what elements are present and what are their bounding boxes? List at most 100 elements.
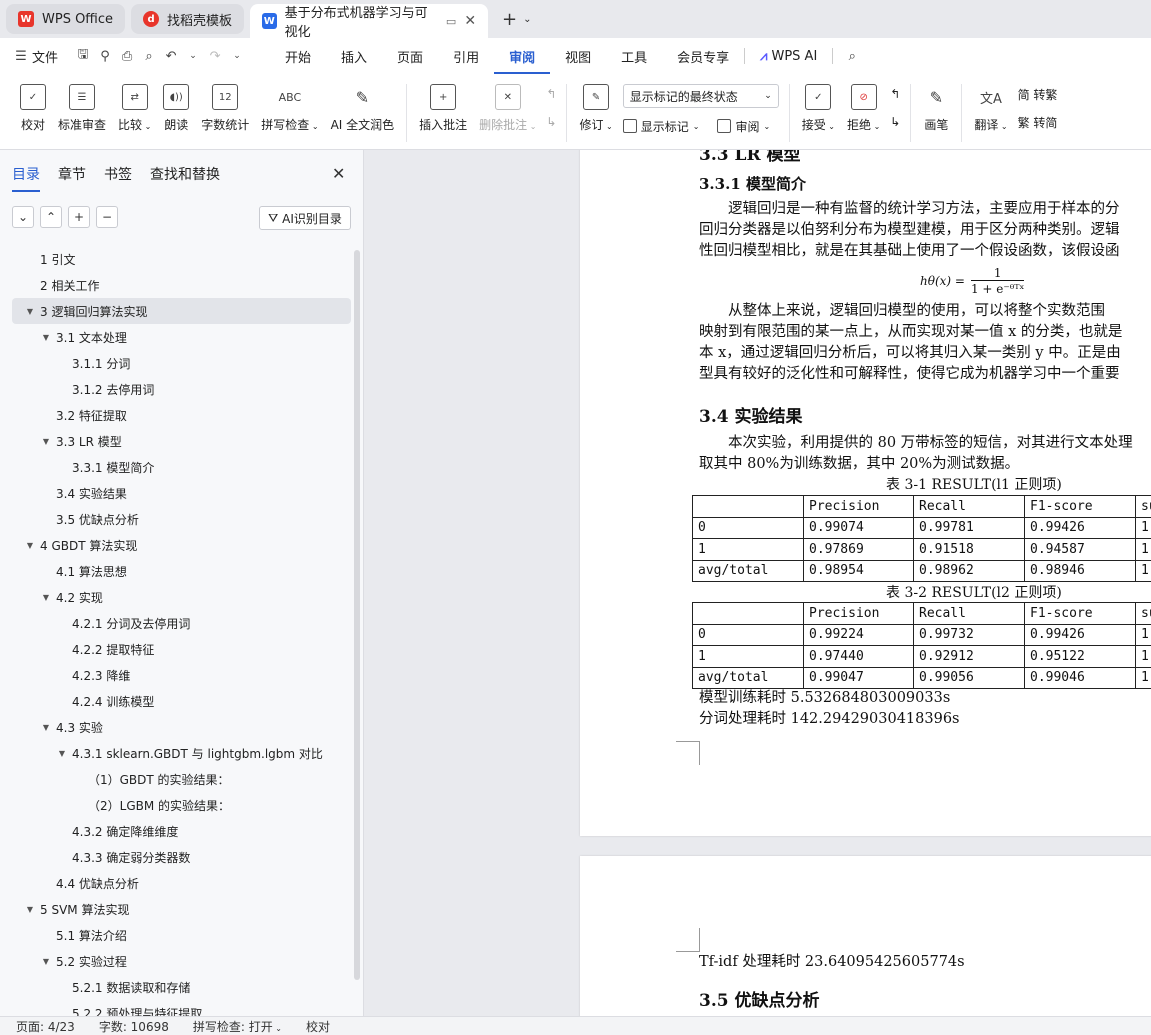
more-dropdown-icon[interactable]: ⌄ [226,51,248,61]
toc-item[interactable]: 5.2.1 数据读取和存储 [0,974,352,1000]
collapse-all-button[interactable]: ⌄ [12,206,34,228]
undo-icon[interactable]: ↶ [160,49,182,64]
tab-docer[interactable]: d 找稻壳模板 [131,4,245,34]
menu-item-review[interactable]: 审阅 [494,39,551,74]
spell-check-button[interactable]: ABC 拼写检查 ⌄ [255,84,324,133]
delete-comment-button[interactable]: ✕ 删除批注 ⌄ [473,84,542,133]
menu-item-view[interactable]: 视图 [550,47,606,66]
tab-wps-office[interactable]: W WPS Office [6,4,126,34]
toc-item[interactable]: （2）LGBM 的实验结果： [0,792,352,818]
print-preview-icon[interactable]: ⌕ [138,49,160,64]
caret-down-icon[interactable]: ▼ [56,749,68,758]
caret-down-icon[interactable]: ▼ [40,437,52,446]
print-icon[interactable]: ⎙ [116,49,138,64]
link-icon[interactable]: ⚲ [94,49,116,64]
to-traditional-button[interactable]: 简 转繁 [1018,84,1058,104]
toc-item[interactable]: 3.1.2 去停用词 [0,376,352,402]
toc-item[interactable]: ▼ 3.3 LR 模型 [0,428,352,454]
translate-button[interactable]: 文A 翻译 ⌄ [968,84,1013,133]
read-aloud-button[interactable]: ◖)) 朗读 [157,84,195,133]
show-markup-button[interactable]: 显示标记 [641,118,689,135]
toc-item[interactable]: ▼ 4 GBDT 算法实现 [0,532,352,558]
save-icon[interactable]: 🖫 [72,45,94,67]
reject-button[interactable]: ⊘ 拒绝 ⌄ [841,84,886,133]
menu-item-insert[interactable]: 插入 [326,47,382,66]
caret-down-icon[interactable]: ▼ [40,957,52,966]
menu-item-start[interactable]: 开始 [270,47,326,66]
toc-item[interactable]: ▼ 4.3.1 sklearn.GBDT 与 lightgbm.lgbm 对比 [0,740,352,766]
pen-button[interactable]: ✎ 画笔 [917,84,955,133]
toc-item[interactable]: ▼ 5.2 实验过程 [0,948,352,974]
toc-item[interactable]: 3.5 优缺点分析 [0,506,352,532]
toc-item[interactable]: 4.2.2 提取特征 [0,636,352,662]
page-indicator[interactable]: 页面: 4/23 [16,1018,75,1035]
markup-state-select[interactable]: 显示标记的最终状态 ⌄ [622,84,779,108]
revise-button[interactable]: ✎ 修订 ⌄ [573,84,618,133]
toc-scrollbar[interactable] [354,250,360,980]
close-icon[interactable]: ✕ [464,13,476,29]
caret-down-icon[interactable]: ▼ [24,541,36,550]
toc-item[interactable]: ▼ 3.1 文本处理 [0,324,352,350]
toc-item[interactable]: （1）GBDT 的实验结果： [0,766,352,792]
toc-item[interactable]: ▼ 5 SVM 算法实现 [0,896,352,922]
compare-button[interactable]: ⇄ 比较 ⌄ [112,84,157,133]
toc-item[interactable]: ▼ 4.3 实验 [0,714,352,740]
caret-down-icon[interactable]: ▼ [24,307,36,316]
menu-item-member[interactable]: 会员专享 [662,47,744,66]
toc-item[interactable]: 4.2.3 降维 [0,662,352,688]
menu-item-reference[interactable]: 引用 [438,47,494,66]
toc-item[interactable]: 3.1.1 分词 [0,350,352,376]
caret-down-icon[interactable]: ▼ [40,333,52,342]
search-icon[interactable]: ⌕ [841,49,863,64]
tab-document[interactable]: W 基于分布式机器学习与可视化 ▭ ✕ [250,4,489,40]
ai-polish-button[interactable]: ✎ AI 全文润色 [325,84,401,133]
caret-down-icon[interactable]: ▼ [40,593,52,602]
previous-change-icon[interactable]: ↰ [890,84,900,104]
standard-review-button[interactable]: ☰ 标准审查 [52,84,112,133]
menu-item-tools[interactable]: 工具 [606,47,662,66]
toc-item[interactable]: 3.2 特征提取 [0,402,352,428]
toc-item[interactable]: 4.1 算法思想 [0,558,352,584]
proof-indicator[interactable]: 校对 [306,1018,330,1035]
toc-item[interactable]: 4.3.2 确定降维维度 [0,818,352,844]
caret-down-icon[interactable]: ▼ [40,723,52,732]
wps-ai-button[interactable]: ⩘ WPS AI [745,49,832,64]
word-count-button[interactable]: 12 字数统计 [195,84,255,133]
previous-comment-icon[interactable]: ↰ [546,84,556,104]
insert-comment-button[interactable]: + 插入批注 [413,84,473,133]
toc-item[interactable]: 4.2.1 分词及去停用词 [0,610,352,636]
review-pane-button[interactable]: 审阅 [735,118,759,135]
next-comment-icon[interactable]: ↳ [546,112,556,132]
tab-bookmarks[interactable]: 书签 [104,164,132,192]
toc-item[interactable]: 3.4 实验结果 [0,480,352,506]
toc-item[interactable]: 4.2.4 训练模型 [0,688,352,714]
close-icon[interactable]: ✕ [332,164,345,183]
remove-heading-button[interactable]: − [96,206,118,228]
ai-toc-button[interactable]: ⛛ AI识别目录 [259,206,351,230]
tab-toc[interactable]: 目录 [12,164,40,192]
toc-item[interactable]: ▼ 4.2 实现 [0,584,352,610]
tab-sections[interactable]: 章节 [58,164,86,192]
to-simplified-button[interactable]: 繁 转简 [1018,112,1058,132]
chevron-down-icon[interactable]: ⌄ [523,14,531,25]
toc-item[interactable]: 4.3.3 确定弱分类器数 [0,844,352,870]
spell-check-indicator[interactable]: 拼写检查: 打开 ⌄ [193,1018,282,1035]
add-heading-button[interactable]: + [68,206,90,228]
proof-button[interactable]: ✓ 校对 [14,84,52,133]
next-change-icon[interactable]: ↳ [890,112,900,132]
toc-item[interactable]: 5.1 算法介绍 [0,922,352,948]
toc-item[interactable]: ▼ 3 逻辑回归算法实现 [12,298,351,324]
hamburger-icon[interactable]: ☰ [10,49,32,64]
undo-dropdown-icon[interactable]: ⌄ [182,51,204,61]
expand-up-button[interactable]: ⌃ [40,206,62,228]
accept-button[interactable]: ✓ 接受 ⌄ [796,84,841,133]
tab-find-replace[interactable]: 查找和替换 [150,164,220,192]
redo-icon[interactable]: ↷ [204,49,226,64]
toc-item[interactable]: 2 相关工作 [0,272,352,298]
file-menu[interactable]: 文件 [32,47,58,66]
toc-item[interactable]: 3.3.1 模型简介 [0,454,352,480]
toc-item[interactable]: 4.4 优缺点分析 [0,870,352,896]
caret-down-icon[interactable]: ▼ [24,905,36,914]
new-tab-icon[interactable]: + [502,9,517,30]
toc-item[interactable]: 1 引文 [0,246,352,272]
